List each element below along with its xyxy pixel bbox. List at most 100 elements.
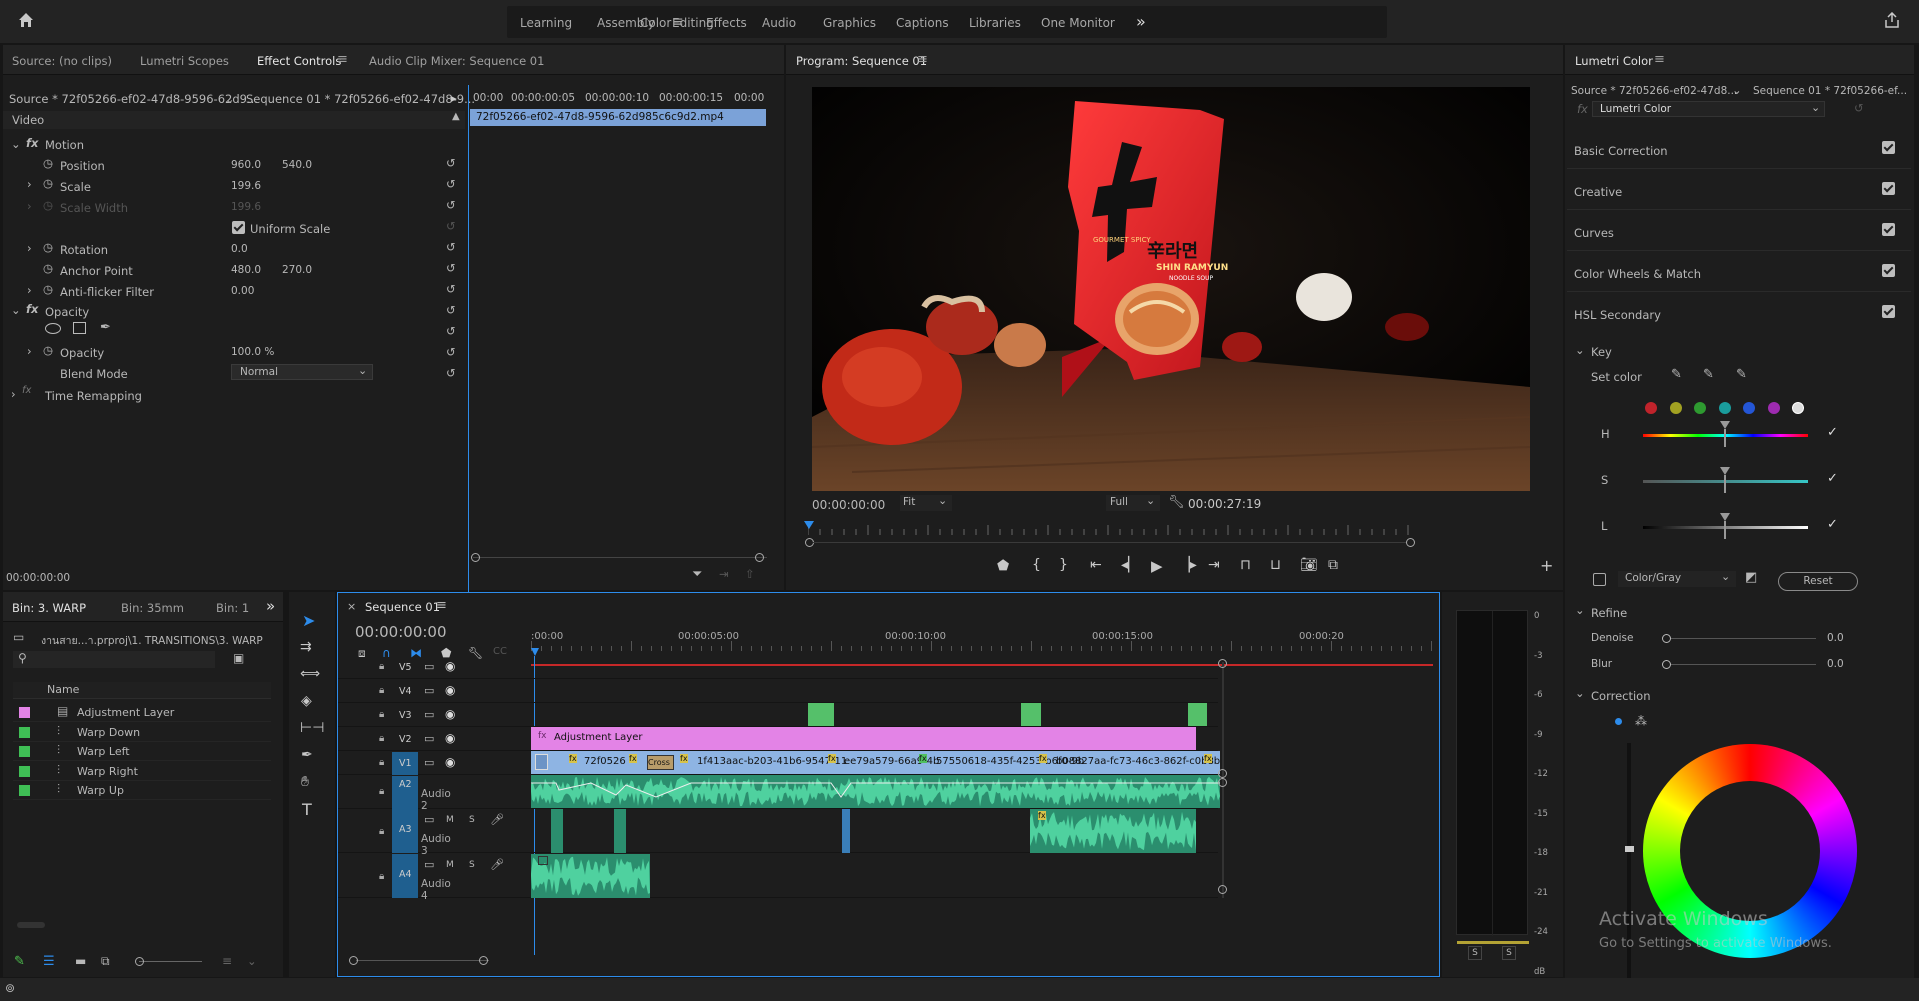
position-y[interactable]: 540.0 xyxy=(282,159,312,171)
lumetri-source-select[interactable]: Source * 72f05266-ef02-47d8... xyxy=(1571,85,1737,97)
audio-2-clip[interactable] xyxy=(531,775,1220,808)
lock-icon[interactable]: 🔒︎ xyxy=(379,685,384,696)
luma-handle[interactable] xyxy=(1625,846,1634,852)
lock-icon[interactable]: 🔒︎ xyxy=(379,826,384,837)
list-item[interactable]: ⫶ Warp Up xyxy=(13,781,271,800)
label-color-swatch[interactable] xyxy=(19,746,30,757)
toggle-sync-lock-icon[interactable]: ▭ xyxy=(424,858,434,871)
stopwatch-icon[interactable]: ◷ xyxy=(43,282,53,296)
bin-search-input[interactable]: ⚲ xyxy=(13,651,215,668)
track-target-v5[interactable]: V5 xyxy=(392,656,418,679)
v-scroll-handle[interactable] xyxy=(1218,778,1227,787)
step-back-icon[interactable]: ◂▏ xyxy=(1121,557,1139,573)
color-swatch[interactable] xyxy=(1767,402,1780,414)
track-target-v1[interactable]: V1 xyxy=(392,752,418,775)
close-sequence-icon[interactable]: × xyxy=(347,600,356,613)
v3-transition-clip[interactable] xyxy=(1021,703,1041,726)
time-remap-expand-icon[interactable]: › xyxy=(11,387,16,401)
basic-correction-checkbox[interactable] xyxy=(1882,141,1895,157)
hsl-secondary-section[interactable]: HSL Secondary xyxy=(1567,294,1911,333)
track-target-v4[interactable]: V4 xyxy=(392,680,418,703)
track-target-v3[interactable]: V3 xyxy=(392,704,418,727)
lumetri-effect-select[interactable]: Lumetri Color ⌄ xyxy=(1592,101,1825,117)
color-swatch[interactable] xyxy=(1718,402,1731,414)
zoom-handle[interactable] xyxy=(1406,538,1415,547)
stopwatch-icon[interactable]: ◷ xyxy=(43,261,53,275)
refine-expand-icon[interactable]: ⌄ xyxy=(1575,603,1585,617)
color-swatch[interactable] xyxy=(1669,402,1682,414)
microphone-icon[interactable]: 🎤︎ xyxy=(490,858,504,871)
audio-3-clip[interactable] xyxy=(842,809,850,853)
ec-clip-bar[interactable]: 72f05266-ef02-47d8-9596-62d985c6c9d2.mp4 xyxy=(470,109,766,126)
export-icon[interactable]: ⇥ xyxy=(719,567,729,581)
ws-graphics[interactable]: Graphics xyxy=(823,16,876,30)
zoom-bar[interactable] xyxy=(813,542,1407,543)
v-scroll-handle[interactable] xyxy=(1218,769,1227,778)
correction-expand-icon[interactable]: ⌄ xyxy=(1575,686,1585,700)
rotation-expand-icon[interactable]: › xyxy=(27,241,32,255)
adjustment-layer-clip[interactable]: fx Adjustment Layer xyxy=(531,727,1196,750)
position-x[interactable]: 960.0 xyxy=(231,159,261,171)
filter-icon[interactable]: ⏷ xyxy=(692,567,702,582)
v3-transition-clip[interactable] xyxy=(808,703,834,726)
color-wheels-section[interactable]: Color Wheels & Match xyxy=(1567,253,1911,292)
lock-icon[interactable]: 🔒︎ xyxy=(379,871,384,882)
ws-libraries[interactable]: Libraries xyxy=(969,16,1021,30)
go-to-out-icon[interactable]: ⇥ xyxy=(1208,557,1220,573)
reset-icon[interactable]: ↺ xyxy=(446,345,456,359)
v1-clip-track[interactable]: fx 72f0526 fx Cross fx 1f413aac-b203-41b… xyxy=(531,751,1220,774)
blend-mode-select[interactable]: Normal ⌄ xyxy=(231,364,373,380)
scale-expand-icon[interactable]: › xyxy=(27,177,32,191)
lightness-check-icon[interactable]: ✓ xyxy=(1827,517,1838,532)
tab-bin-warp[interactable]: Bin: 3. WARP xyxy=(12,601,86,615)
invert-mask-icon[interactable]: ◩ xyxy=(1745,570,1757,585)
share-icon[interactable]: ⇧ xyxy=(745,567,755,581)
ws-color[interactable]: Color xyxy=(640,16,671,30)
ec-scroll-handle[interactable] xyxy=(471,553,480,562)
mark-out-icon[interactable]: } xyxy=(1059,557,1068,573)
mute-button[interactable]: M xyxy=(446,860,454,870)
basic-correction-section[interactable]: Basic Correction xyxy=(1567,130,1911,169)
more-workspaces-icon[interactable]: » xyxy=(1136,12,1146,31)
reset-button[interactable]: Reset xyxy=(1778,572,1858,591)
reset-icon[interactable]: ↺ xyxy=(446,303,456,317)
saturation-check-icon[interactable]: ✓ xyxy=(1827,471,1838,486)
lock-icon[interactable]: 🔒︎ xyxy=(379,709,384,720)
hand-tool-icon[interactable]: ✋︎ xyxy=(301,774,309,790)
ec-scroll-handle[interactable] xyxy=(755,553,764,562)
list-item[interactable]: ⫶ Warp Left xyxy=(13,742,271,761)
track-target-v2[interactable]: V2 xyxy=(392,728,418,751)
ws-one-monitor[interactable]: One Monitor xyxy=(1041,16,1115,30)
color-wheels-checkbox[interactable] xyxy=(1882,264,1895,280)
audio-3-clip[interactable] xyxy=(614,809,626,853)
selection-tool-icon[interactable]: ➤ xyxy=(302,611,315,630)
reset-icon[interactable]: ↺ xyxy=(446,261,456,275)
rectangle-mask-icon[interactable] xyxy=(73,322,86,334)
add-marker-icon[interactable]: ⬟ xyxy=(997,558,1009,574)
stopwatch-icon[interactable]: ◷ xyxy=(43,240,53,254)
tab-effect-controls[interactable]: Effect Controls xyxy=(257,54,341,68)
solo-button[interactable]: S xyxy=(469,815,475,825)
ws-audio[interactable]: Audio xyxy=(762,16,796,30)
solo-right-button[interactable]: S xyxy=(1502,946,1516,960)
saturation-range-handle[interactable] xyxy=(1720,467,1730,493)
comparison-view-icon[interactable]: ⧉ xyxy=(1328,557,1338,573)
eye-icon[interactable]: ◉ xyxy=(445,707,455,721)
list-item[interactable]: ⫶ Warp Right xyxy=(13,762,271,781)
label-color-swatch[interactable] xyxy=(19,765,30,777)
toggle-sync-lock-icon[interactable]: ▭ xyxy=(424,813,434,826)
lumetri-title[interactable]: Lumetri Color xyxy=(1575,54,1653,68)
sort-icon[interactable]: ≡ xyxy=(222,954,232,968)
label-color-swatch[interactable] xyxy=(19,726,30,738)
mark-in-icon[interactable]: { xyxy=(1032,557,1041,573)
stopwatch-icon[interactable]: ◷ xyxy=(43,343,53,357)
program-title[interactable]: Program: Sequence 01 xyxy=(796,54,927,68)
blur-value[interactable]: 0.0 xyxy=(1827,658,1844,670)
more-tabs-icon[interactable]: » xyxy=(266,597,275,615)
ellipse-mask-icon[interactable] xyxy=(45,323,61,334)
toggle-sync-lock-icon[interactable]: ▭ xyxy=(424,660,434,673)
reset-icon[interactable]: ↺ xyxy=(446,240,456,254)
freeform-view-icon[interactable]: ⧉ xyxy=(101,954,110,969)
stopwatch-icon[interactable]: ◷ xyxy=(43,156,53,170)
timeline-playhead[interactable] xyxy=(531,648,539,656)
